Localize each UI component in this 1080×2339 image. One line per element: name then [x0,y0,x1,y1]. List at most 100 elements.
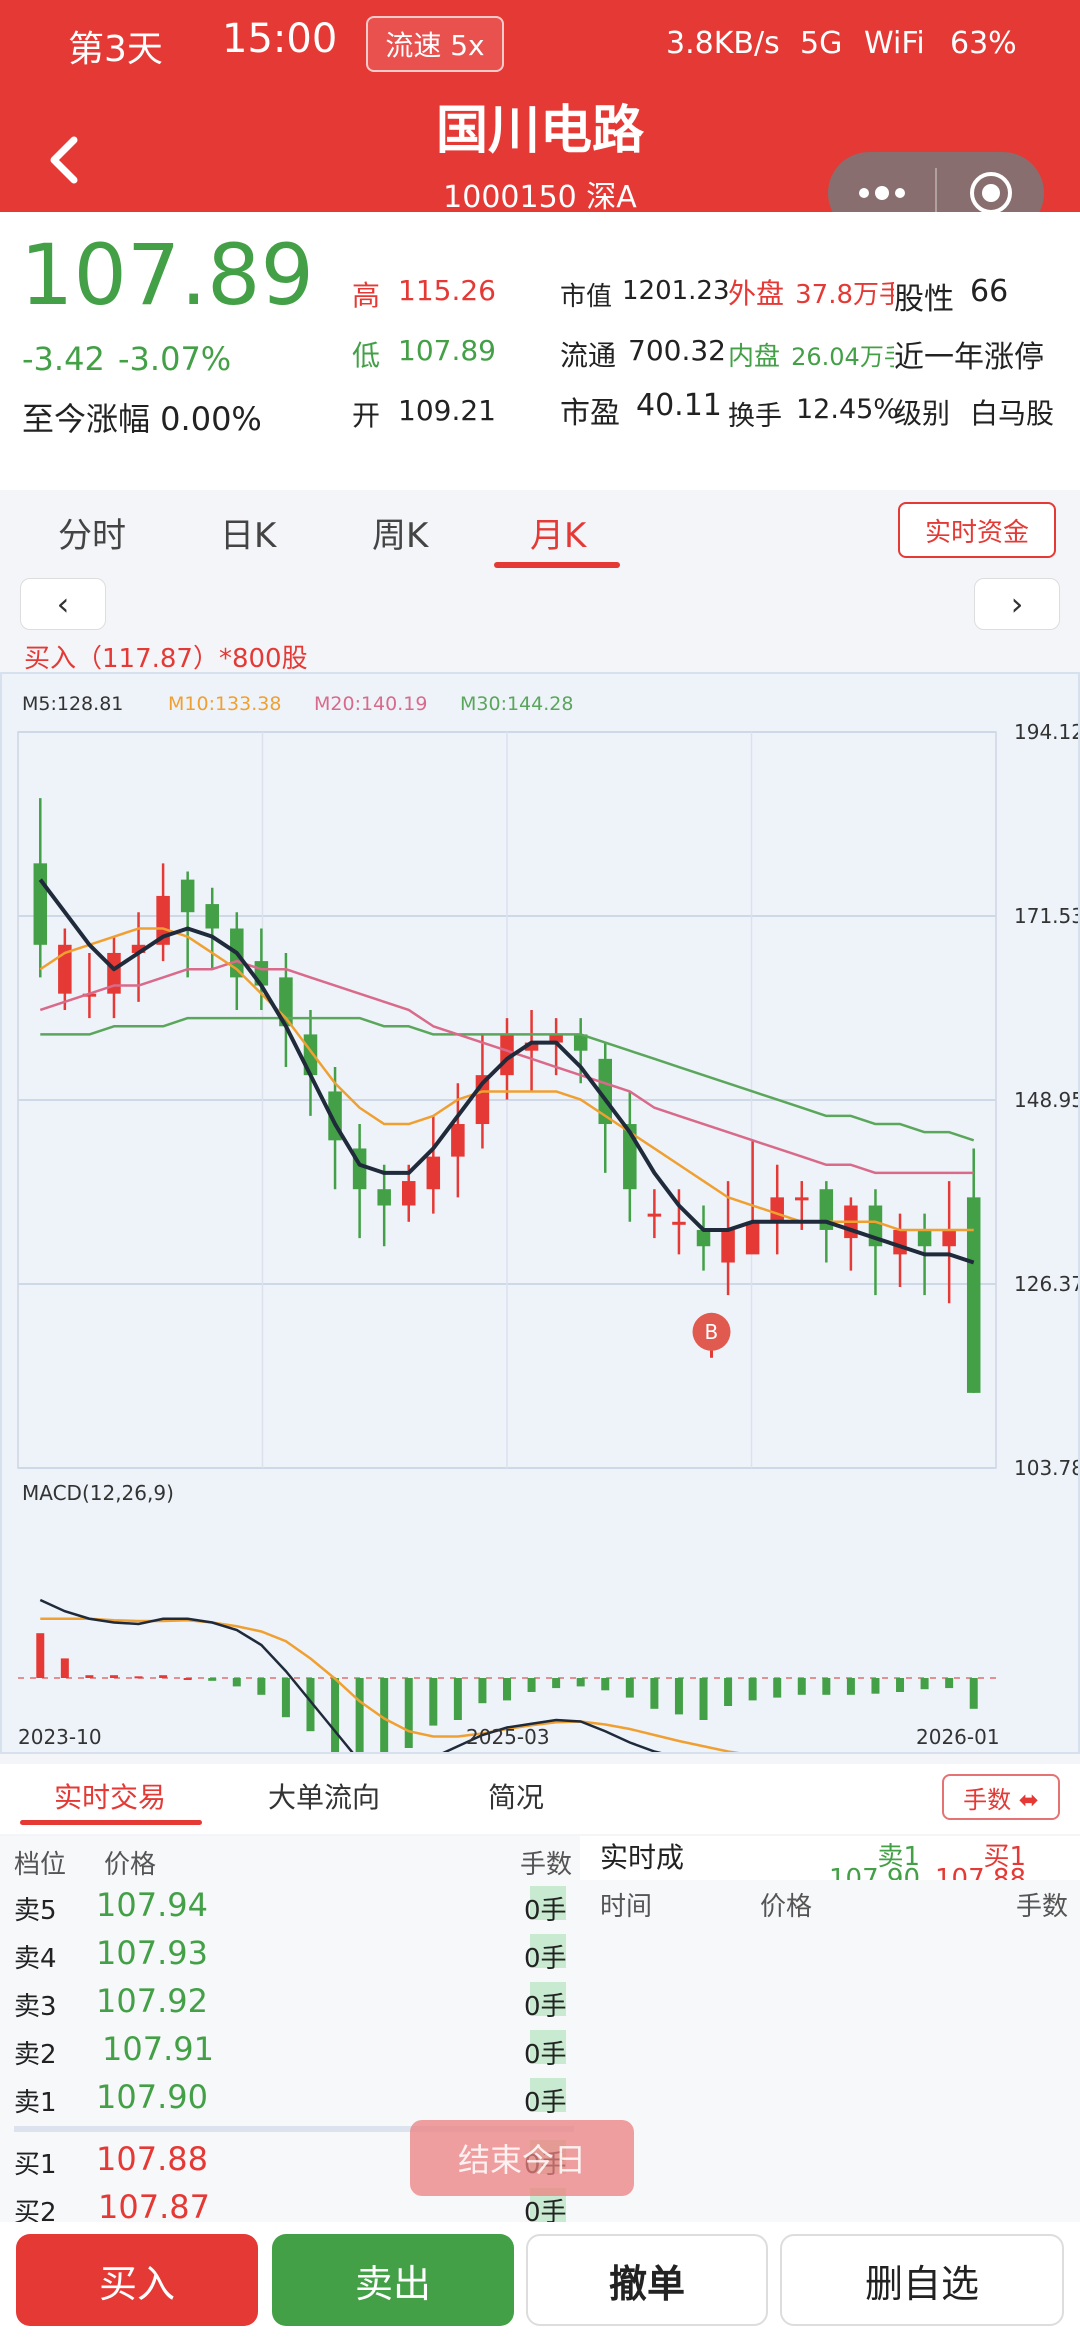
character-label: 股性 [894,282,954,317]
candle-body [180,879,195,913]
ma10-label: M10:133.38 [168,693,281,715]
price-change: -3.42 [22,340,105,378]
tab-big-order-flow[interactable]: 大单流向 [268,1776,380,1816]
y-tick-label: 126.37 [1014,1272,1078,1296]
macd-bar [601,1678,610,1691]
candle-body [205,904,219,929]
macd-bar [724,1678,733,1706]
app-header: 第3天 15:00 流速 5x 3.8KB/s 5G WiFi 63% 国川电路… [0,0,1080,234]
macd-bar [404,1678,413,1748]
macd-bar [36,1633,45,1678]
price-change-pct: -3.07% [118,340,232,378]
high-value: 115.26 [398,274,496,307]
ask-label: 卖4 [14,1944,57,1974]
macd-bar [183,1678,192,1680]
high-label: 高 [352,279,381,312]
macd-bar [109,1675,118,1678]
inner-value: 26.04万手 [791,343,894,371]
turnover-value: 12.45% [796,394,899,425]
limit-up-label: 近一年涨停 [894,340,1044,375]
y-tick-label: 148.95 [1014,1088,1078,1112]
low-value: 107.89 [398,334,496,367]
ticks-header-price: 价格 [760,1892,813,1922]
macd-bar [60,1658,69,1678]
low-label: 低 [352,339,381,372]
wifi-indicator: WiFi [864,26,925,61]
y-tick-label: 171.53 [1014,904,1078,928]
candle-body [721,1229,735,1263]
macd-bar [773,1678,782,1698]
macd-bar [552,1678,561,1689]
level-label: 级别 [894,397,951,430]
macd-bar [576,1678,585,1687]
candle-body [33,863,48,945]
trade-note: 买入（117.87）*800股 [24,644,308,674]
realtime-funds-button[interactable]: 实时资金 [898,502,1056,558]
tab-monthly[interactable]: 月K [530,508,586,557]
since-gain: 至今涨幅 0.00% [22,400,262,438]
mktcap-label: 市值 [560,282,613,312]
y-tick-label: 194.12 [1014,720,1078,744]
macd-bar [527,1678,536,1692]
speed-button[interactable]: 流速 5x [366,16,504,72]
macd-bar [159,1675,168,1678]
active-tab-indicator [494,562,620,568]
ask-label: 卖3 [14,1992,57,2022]
quote-panel: 107.89 -3.42 -3.07% 至今涨幅 0.00% 高 115.26 … [0,212,1080,490]
cancel-order-button[interactable]: 撤单 [526,2234,768,2326]
candle-body [401,1181,416,1206]
macd-bar [650,1678,659,1709]
tab-realtime-trade[interactable]: 实时交易 [54,1776,166,1816]
candle-body [451,1124,465,1157]
prev-button[interactable]: ‹ [20,578,106,630]
candle-body [770,1197,784,1222]
bid-price: 107.87 [98,2188,210,2226]
buy-marker-label: B [705,1320,719,1344]
bid-label: 买1 [14,2150,57,2180]
ask-hands: 0手 [524,2088,567,2118]
ask-label: 卖5 [14,1896,57,1926]
trade-panel-tabs: 实时交易 大单流向 简况 [0,1764,1080,1834]
x-tick-label: 2026-01 [916,1725,1000,1749]
remove-watchlist-button[interactable]: 删自选 [780,2234,1064,2326]
macd-bar [503,1678,511,1701]
end-day-button[interactable]: 结束今日 [410,2120,634,2196]
candle-body [696,1229,711,1247]
kline-chart[interactable]: 194.12 171.53 148.95 126.37 103.78 M5:128.81 M… [0,672,1080,1754]
book-header-price: 价格 [104,1850,157,1880]
ma20-label: M20:140.19 [314,693,427,715]
book-header-hands: 手数 [520,1850,573,1880]
macd-bar [822,1678,831,1695]
macd-bar [85,1675,94,1678]
panel-tab-indicator [20,1820,202,1825]
kline-chart-svg: 194.12 171.53 148.95 126.37 103.78 M5:128.81 M… [17,693,1078,1752]
candle-body [893,1229,907,1255]
candle-body [647,1213,662,1217]
book-header-level: 档位 [14,1850,67,1880]
tab-intraday[interactable]: 分时 [58,508,126,557]
bid-price: 107.88 [96,2140,208,2178]
target-icon [969,172,1012,214]
ask-hands: 0手 [524,1896,567,1926]
unit-toggle-button[interactable]: 手数 ⬌ [942,1774,1060,1820]
candle-body [917,1229,932,1247]
sell-button[interactable]: 卖出 [272,2234,514,2326]
battery-level: 63% [950,26,1017,61]
ticks-header-hands: 手数 [1016,1892,1069,1922]
tab-weekly[interactable]: 周K [372,508,428,557]
ask-price: 107.94 [96,1886,208,1924]
buy-button[interactable]: 买入 [16,2234,258,2326]
ticks-title: 实时成交 [600,1841,685,1874]
tab-profile[interactable]: 简况 [488,1776,544,1816]
ask-price: 107.91 [102,2030,214,2068]
tab-daily[interactable]: 日K [220,508,276,557]
candle-body [672,1221,686,1225]
ask-label: 卖2 [14,2040,57,2070]
next-button[interactable]: › [974,578,1060,630]
ma5-label: M5:128.81 [22,693,123,715]
cell-indicator: 5G [800,26,843,61]
open-value: 109.21 [398,394,496,427]
macd-bar [920,1678,929,1690]
ask-hands: 0手 [524,1992,567,2022]
macd-bar [380,1678,389,1752]
